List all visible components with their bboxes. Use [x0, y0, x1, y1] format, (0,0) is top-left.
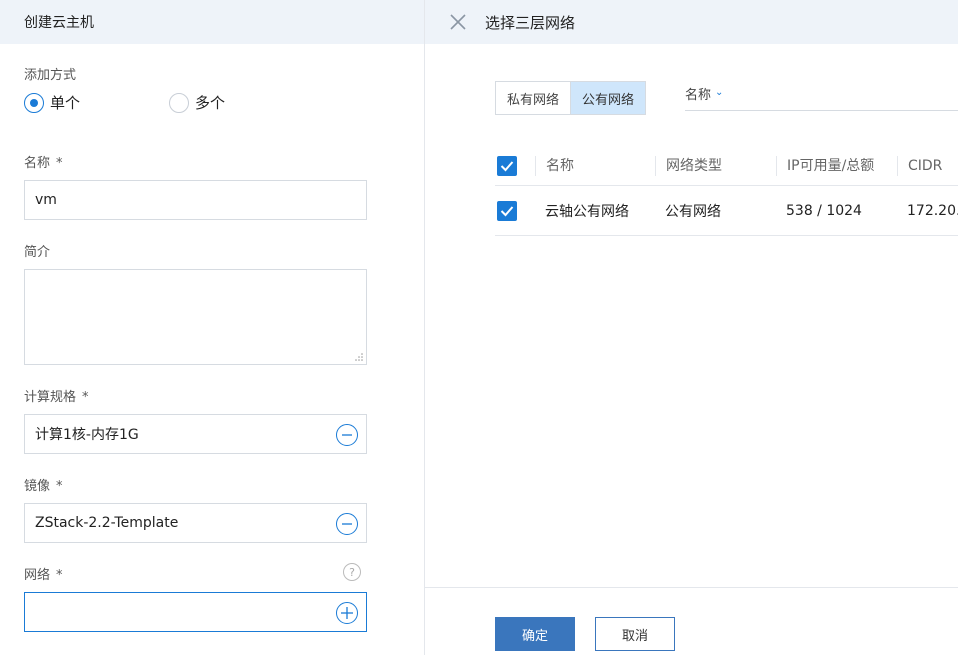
- cell-type: 公有网络: [665, 203, 721, 220]
- radio-multiple[interactable]: 多个: [169, 92, 225, 113]
- minus-icon: [342, 523, 352, 525]
- compute-offering-label-text: 计算规格: [24, 390, 77, 405]
- panel-header: 创建云主机: [0, 0, 424, 44]
- radio-multiple-label: 多个: [195, 94, 226, 112]
- column-header-cidr[interactable]: CIDR: [897, 155, 958, 176]
- column-header-ip[interactable]: IP可用量/总额: [776, 155, 897, 176]
- panel-footer: 确定 取消: [425, 587, 958, 655]
- tab-public-network[interactable]: 公有网络: [570, 82, 646, 114]
- name-label: 名称 *: [24, 152, 63, 171]
- network-label: 网络 *: [24, 564, 63, 583]
- compute-offering-value: 计算1核-内存1G: [35, 427, 139, 443]
- image-label: 镜像 *: [24, 475, 63, 494]
- select-all-checkbox[interactable]: [495, 155, 535, 176]
- checkbox-checked-icon: [497, 155, 517, 176]
- select-l3-network-panel: 选择三层网络 私有网络 公有网络 名称 ⌄ 名称 网络类型 IP可用量/总额 C…: [425, 0, 958, 655]
- description-textarea[interactable]: [24, 269, 367, 365]
- panel-title: 选择三层网络: [485, 13, 576, 32]
- chevron-down-icon: ⌄: [715, 87, 724, 98]
- radio-selected-icon: [24, 92, 44, 113]
- resize-handle-icon[interactable]: [355, 353, 363, 361]
- table-header: 名称 网络类型 IP可用量/总额 CIDR: [495, 146, 958, 186]
- radio-single-label: 单个: [50, 94, 81, 112]
- close-icon[interactable]: [449, 13, 467, 31]
- filter-label: 名称: [685, 88, 712, 103]
- network-type-tabs: 私有网络 公有网络: [495, 81, 647, 115]
- column-header-name[interactable]: 名称: [535, 155, 655, 176]
- table-row[interactable]: 云轴公有网络 公有网络 538 / 1024 172.20.0: [495, 186, 958, 236]
- panel-title: 创建云主机: [24, 15, 94, 31]
- remove-compute-offering-button[interactable]: [336, 424, 358, 446]
- network-label-text: 网络: [24, 568, 51, 583]
- network-field[interactable]: [24, 592, 367, 632]
- compute-offering-label: 计算规格 *: [24, 386, 89, 405]
- filter-dropdown[interactable]: 名称 ⌄: [685, 84, 958, 111]
- minus-icon: [342, 434, 352, 436]
- cell-ip: 538 / 1024: [786, 202, 862, 219]
- name-input[interactable]: vm: [24, 180, 367, 220]
- help-icon[interactable]: ?: [343, 563, 361, 581]
- panel-header: 选择三层网络: [425, 0, 958, 44]
- plus-icon: [341, 607, 353, 619]
- description-label: 简介: [24, 245, 51, 260]
- required-mark: *: [56, 479, 63, 494]
- required-mark: *: [56, 156, 63, 171]
- radio-unselected-icon: [169, 92, 189, 113]
- compute-offering-field[interactable]: 计算1核-内存1G: [24, 414, 367, 454]
- tab-private-network[interactable]: 私有网络: [496, 82, 571, 114]
- radio-single[interactable]: 单个: [24, 92, 80, 113]
- image-field[interactable]: ZStack-2.2-Template: [24, 503, 367, 543]
- name-input-value: vm: [35, 192, 57, 208]
- remove-image-button[interactable]: [336, 513, 358, 535]
- image-label-text: 镜像: [24, 479, 51, 494]
- confirm-button[interactable]: 确定: [495, 617, 575, 651]
- required-mark: *: [56, 568, 63, 583]
- image-value: ZStack-2.2-Template: [35, 515, 179, 531]
- network-table: 名称 网络类型 IP可用量/总额 CIDR 云轴公有网络 公有网络 538 / …: [495, 146, 958, 236]
- cell-cidr: 172.20.0: [907, 202, 958, 219]
- cell-name: 云轴公有网络: [545, 203, 629, 220]
- add-network-button[interactable]: [336, 602, 358, 624]
- add-mode-label: 添加方式: [24, 68, 77, 83]
- column-header-type[interactable]: 网络类型: [655, 155, 776, 176]
- checkbox-checked-icon: [497, 200, 517, 221]
- required-mark: *: [82, 390, 89, 405]
- create-vm-panel: 创建云主机 添加方式 单个 多个 名称 * vm 简介 计算规格 * 计算1核-内存…: [0, 0, 425, 655]
- row-checkbox[interactable]: [495, 200, 535, 221]
- cancel-button[interactable]: 取消: [595, 617, 675, 651]
- name-label-text: 名称: [24, 156, 51, 171]
